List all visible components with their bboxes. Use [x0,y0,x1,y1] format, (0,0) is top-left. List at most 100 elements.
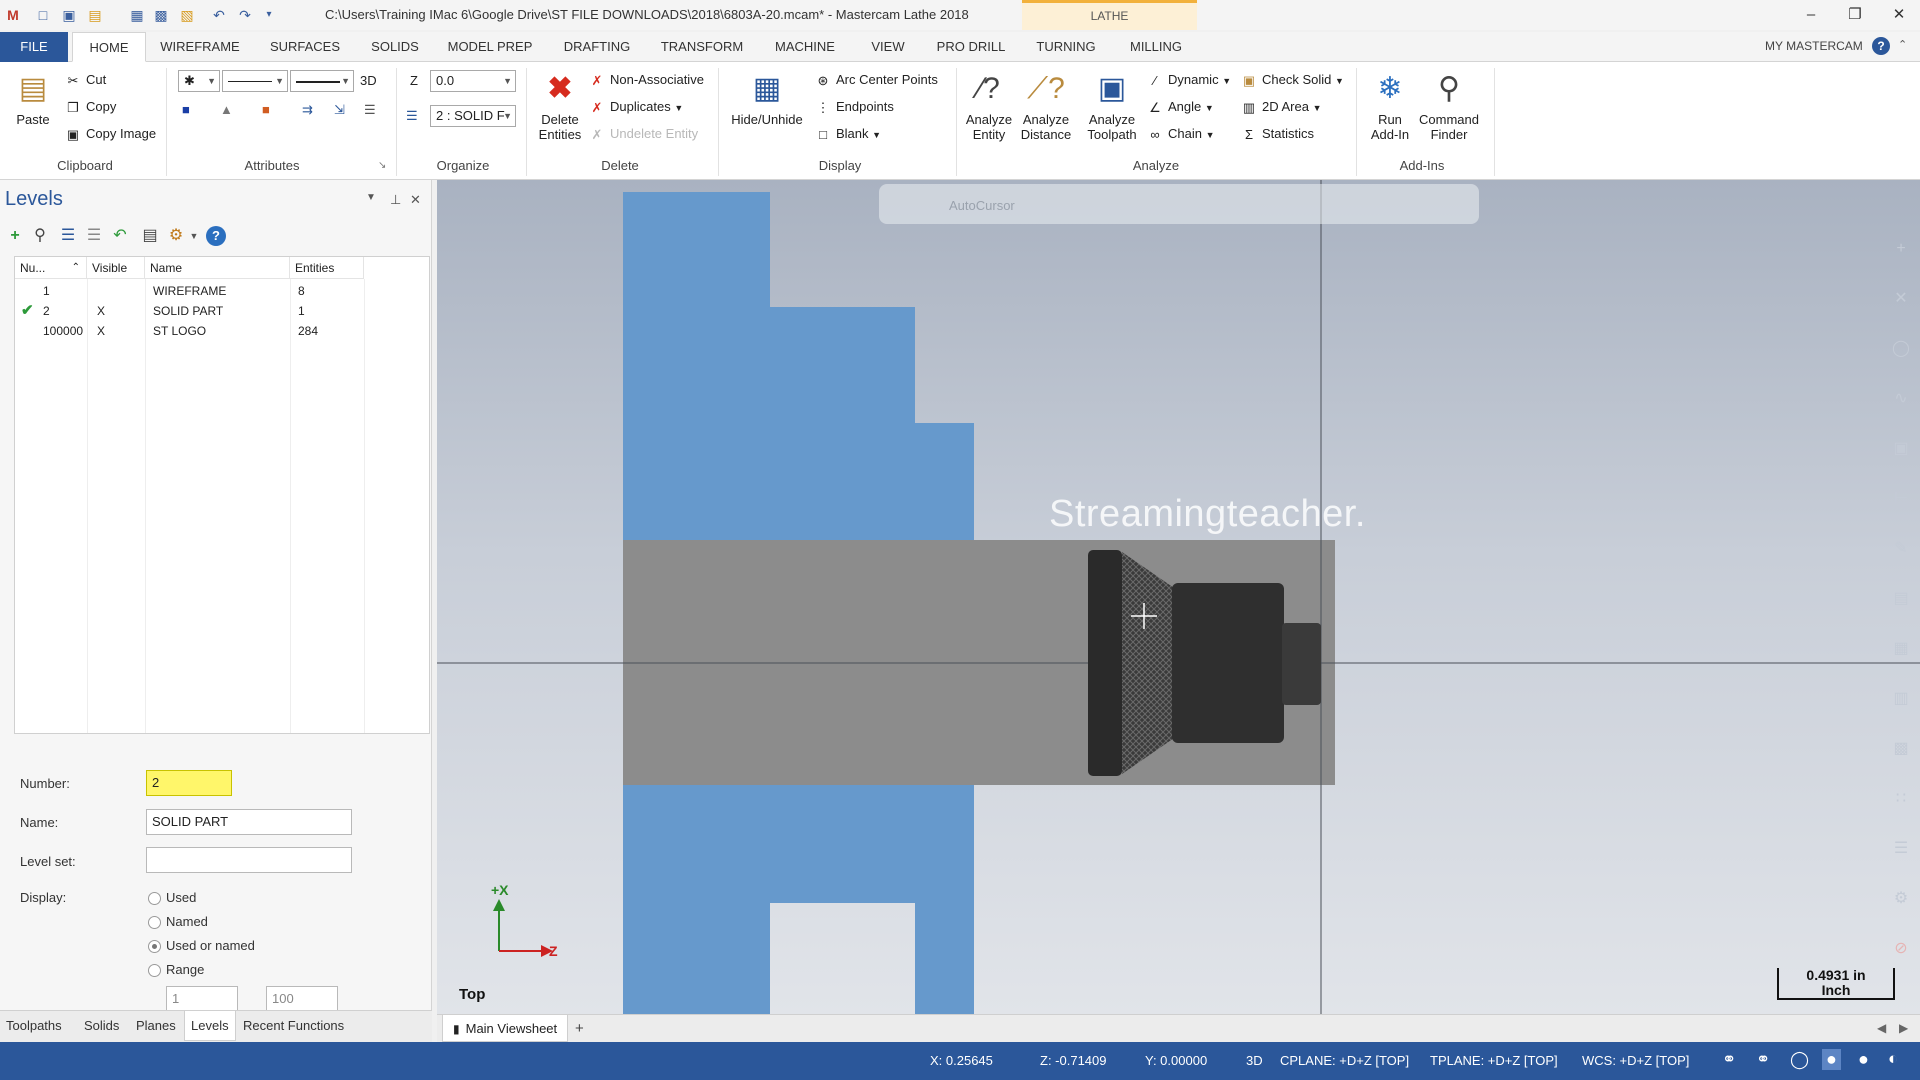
set-attributes-icon[interactable]: ⇲ [334,100,345,120]
tab-milling[interactable]: MILLING [1116,32,1196,62]
status-tplane[interactable]: TPLANE: +D+Z [TOP] [1430,1053,1558,1068]
column-number[interactable]: Nu... ⌃ [15,257,87,279]
tab-planes[interactable]: Planes [136,1011,176,1041]
non-associative-button[interactable]: ✗ Non-Associative [588,70,704,90]
app-logo-icon[interactable]: M [4,6,22,24]
hide-unhide-button[interactable]: ▦ Hide/Unhide [724,70,810,127]
box-icon[interactable]: ▤ [1887,585,1915,613]
name-field[interactable]: SOLID PART [146,809,352,835]
open-icon[interactable]: ▤ [86,6,104,24]
globe-icon[interactable]: ⚭ [1722,1050,1736,1070]
delete-entities-button[interactable]: ✖ Delete Entities [532,70,588,142]
cancel-icon[interactable]: ⊘ [1887,935,1915,963]
chain-button[interactable]: ∞ Chain ▼ [1146,124,1214,144]
line-width-combo[interactable]: ▼ [290,70,354,92]
add-level-icon[interactable]: + [5,226,25,246]
help-icon[interactable]: ? [206,226,226,246]
table-row[interactable]: 100000 X ST LOGO 284 [15,321,429,341]
add-viewsheet-button[interactable]: + [575,1020,584,1037]
tab-file[interactable]: FILE [0,32,68,62]
tab-wireframe[interactable]: WIREFRAME [152,32,248,62]
display-range-radio[interactable] [148,964,161,977]
range-to-field[interactable]: 100 [266,986,338,1012]
chevron-right-icon[interactable]: ▶ [1899,1021,1908,1035]
status-3d-mode[interactable]: 3D [1246,1053,1263,1068]
customize-icon[interactable]: ▾ [260,6,278,24]
tab-machine[interactable]: MACHINE [766,32,844,62]
level-combo[interactable]: 2 : SOLID F ▼ [430,105,516,127]
gear-icon[interactable]: ⚙ [166,226,186,246]
cut-button[interactable]: ✂ Cut [64,70,107,90]
blank-button[interactable]: □ Blank ▼ [814,124,881,144]
level-stack-icon[interactable]: ☰ [84,226,104,246]
analyze-distance-button[interactable]: ⟋? Analyze Distance [1014,70,1078,142]
copy-button[interactable]: ❐ Copy [64,97,116,117]
tab-levels[interactable]: Levels [184,1011,236,1041]
autocursor-label[interactable]: AutoCursor [949,198,1015,213]
curve-icon[interactable]: ∿ [1887,385,1915,413]
pin-icon[interactable]: ⊥ [390,192,401,208]
level-visible[interactable]: X [97,321,105,341]
line-style-combo[interactable]: ▼ [222,70,288,92]
column-name[interactable]: Name [145,257,290,279]
display-used-or-named-radio[interactable] [148,940,161,953]
close-icon[interactable]: ✕ [1884,4,1914,26]
shaded-sphere-icon[interactable]: ● [1822,1049,1841,1070]
analyze-toolpath-button[interactable]: ▣ Analyze Toolpath [1080,70,1144,142]
tab-recent-functions[interactable]: Recent Functions [243,1011,344,1041]
arc-center-points-button[interactable]: ⊛ Arc Center Points [814,70,938,90]
tab-solids[interactable]: Solids [84,1011,119,1041]
statistics-button[interactable]: Σ Statistics [1240,124,1314,144]
minimize-icon[interactable]: – [1796,4,1826,26]
redo-icon[interactable]: ↷ [236,6,254,24]
undelete-entity-button[interactable]: ✗ Undelete Entity [588,124,699,144]
area-2d-button[interactable]: ▥ 2D Area ▼ [1240,97,1322,117]
display-used-radio[interactable] [148,892,161,905]
tab-surfaces[interactable]: SURFACES [260,32,350,62]
run-addin-button[interactable]: ❄ Run Add-In [1364,70,1416,142]
clear-attributes-icon[interactable]: ☰ [364,100,376,120]
status-wcs[interactable]: WCS: +D+Z [TOP] [1582,1053,1689,1068]
restore-icon[interactable]: ❐ [1840,4,1870,26]
grid-icon[interactable]: ▩ [1887,735,1915,763]
level-set-field[interactable] [146,847,352,873]
print-icon[interactable]: ▦ [128,6,146,24]
tab-toolpaths[interactable]: Toolpaths [6,1011,62,1041]
panel-dropdown-icon[interactable]: ▼ [366,192,376,203]
analyze-entity-button[interactable]: ∕? Analyze Entity [960,70,1018,142]
tab-drafting[interactable]: DRAFTING [554,32,640,62]
collapse-ribbon-icon[interactable]: ⌃ [1898,38,1907,51]
globe-outline-icon[interactable]: ⚭ [1756,1050,1770,1070]
tab-model-prep[interactable]: MODEL PREP [440,32,540,62]
main-viewsheet-tab[interactable]: ▮ Main Viewsheet [442,1015,569,1042]
tab-view[interactable]: VIEW [858,32,918,62]
copy-image-button[interactable]: ▣ Copy Image [64,124,156,144]
point-style-combo[interactable]: ✱ ▼ [178,70,220,92]
tab-turning[interactable]: TURNING [1026,32,1106,62]
surface-color-icon[interactable]: ▲ [220,100,233,120]
gear-icon[interactable]: ⚙ [1887,885,1915,913]
display-named-radio[interactable] [148,916,161,929]
command-finder-button[interactable]: ⚲ Command Finder [1416,70,1482,142]
make-main-level-icon[interactable]: ☰ [58,226,78,246]
graphics-viewport[interactable]: +X Z AutoCursor Streamingteacher. Top 0.… [437,180,1920,1014]
search-icon[interactable]: ⚲ [30,226,50,246]
dynamic-button[interactable]: ∕ Dynamic ▼ [1146,70,1231,90]
check-solid-button[interactable]: ▣ Check Solid ▼ [1240,70,1344,90]
solid-sphere-icon[interactable]: ● [1858,1049,1869,1070]
layers-icon[interactable]: ▦ [1887,635,1915,663]
solid-color-icon[interactable]: ■ [262,100,270,120]
analyze-icon[interactable]: ✕ [1887,285,1915,313]
close-icon[interactable]: ✕ [410,192,421,208]
chevron-down-icon[interactable]: ▼ [184,226,204,246]
tab-home[interactable]: HOME [72,32,146,62]
transform-icon[interactable]: ✎ [1887,535,1915,563]
column-visible[interactable]: Visible [87,257,145,279]
tab-transform[interactable]: TRANSFORM [652,32,752,62]
tab-pro-drill[interactable]: PRO DRILL [930,32,1012,62]
range-from-field[interactable]: 1 [166,986,238,1012]
wireframe-sphere-icon[interactable]: ◯ [1790,1050,1809,1070]
wireframe-color-icon[interactable]: ■ [182,100,190,120]
duplicates-button[interactable]: ✗ Duplicates ▼ [588,97,684,117]
points-icon[interactable]: ∷ [1887,785,1915,813]
